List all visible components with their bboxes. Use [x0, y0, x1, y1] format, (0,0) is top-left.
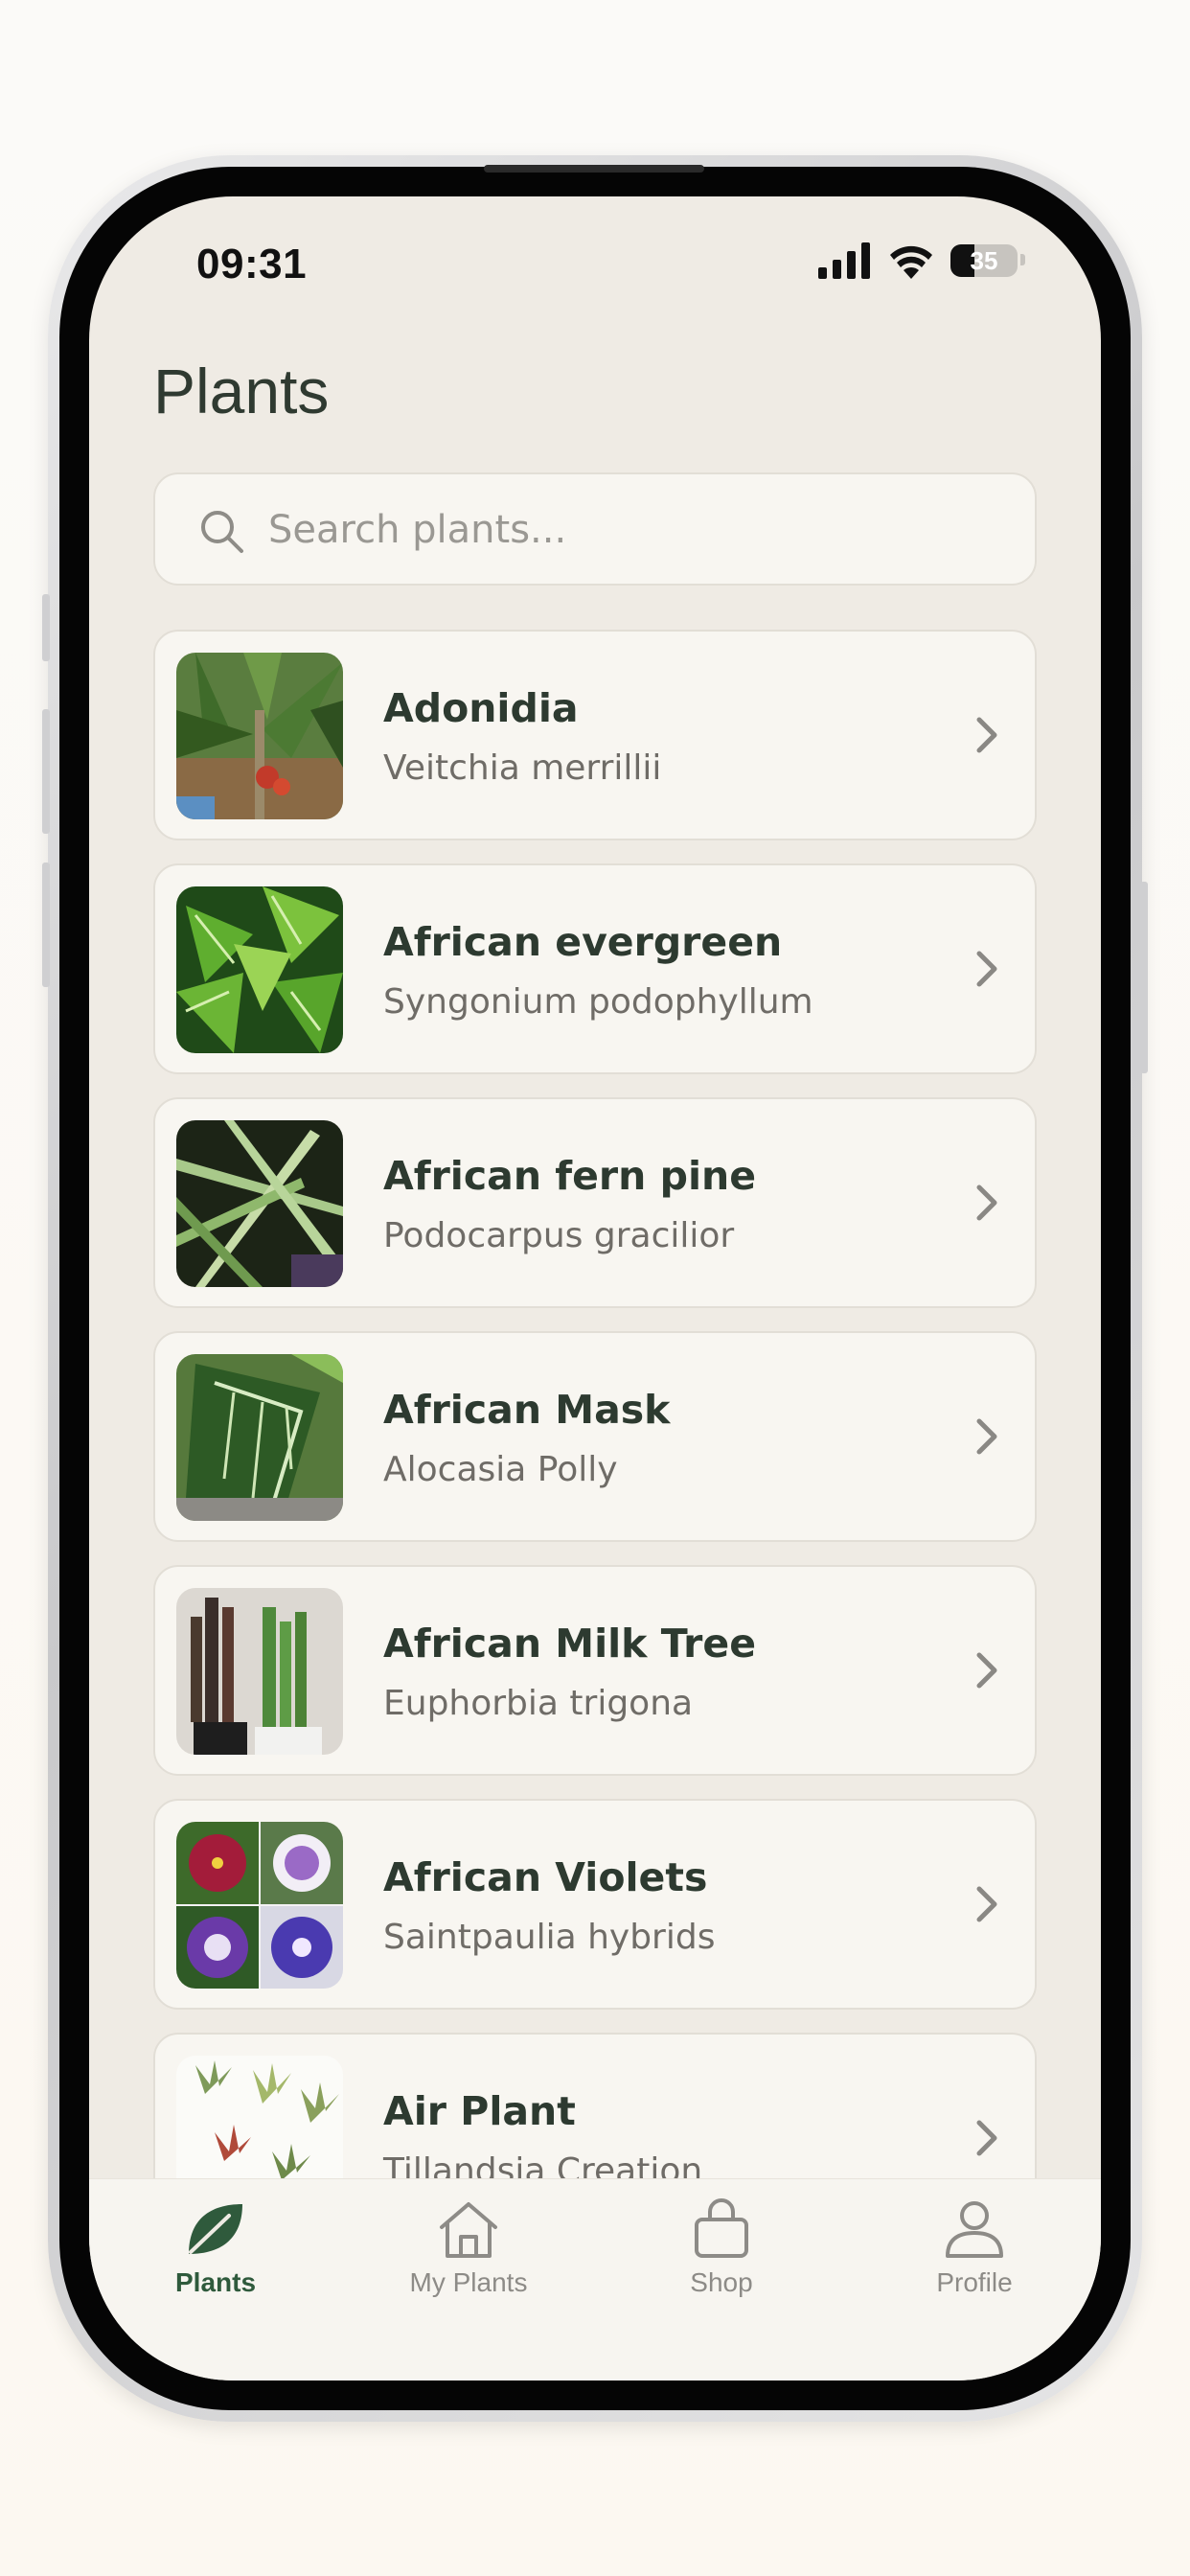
tab-my-plants[interactable]: My Plants [373, 2198, 564, 2313]
status-icons: 35 [818, 242, 1029, 281]
cellular-signal-icon [818, 242, 870, 279]
tab-shop[interactable]: Shop [626, 2198, 817, 2313]
alocasia-leaf-photo [176, 1354, 343, 1521]
plant-card-adonidia[interactable]: Adonidia Veitchia merrillii [153, 630, 1037, 840]
tab-profile[interactable]: Profile [879, 2198, 1070, 2313]
cactus-pots-photo [176, 1588, 343, 1755]
palm-tree-photo [176, 653, 343, 819]
violet-flowers-grid-photo [176, 1822, 343, 1989]
plant-card-african-evergreen[interactable]: African evergreen Syngonium podophyllum [153, 863, 1037, 1074]
plant-name: African evergreen [383, 919, 783, 965]
volume-down-button [42, 862, 50, 987]
power-button [1140, 882, 1148, 1073]
plant-scientific-name: Alocasia Polly [383, 1450, 618, 1489]
plant-thumbnail [176, 1120, 343, 1287]
plant-thumbnail [176, 653, 343, 819]
fern-pine-fronds-photo [176, 1120, 343, 1287]
plant-name: Adonidia [383, 685, 579, 731]
tab-plants[interactable]: Plants [120, 2198, 311, 2313]
chevron-right-icon [976, 1652, 997, 1689]
plant-name: African Mask [383, 1387, 671, 1433]
plant-scientific-name: Veitchia merrillii [383, 748, 662, 788]
plant-card-african-fern-pine[interactable]: African fern pine Podocarpus gracilior [153, 1097, 1037, 1308]
plant-scientific-name: Syngonium podophyllum [383, 982, 813, 1022]
plant-name: African Violets [383, 1854, 708, 1900]
search-bar[interactable] [153, 472, 1037, 586]
plant-name: Air Plant [383, 2088, 576, 2134]
wifi-icon [890, 245, 932, 279]
plant-card-african-milk-tree[interactable]: African Milk Tree Euphorbia trigona [153, 1565, 1037, 1776]
volume-up-button [42, 709, 50, 834]
speaker-grille [484, 165, 704, 172]
battery-cap [1020, 254, 1025, 265]
mute-switch [42, 594, 50, 661]
chevron-right-icon [976, 1418, 997, 1455]
chevron-right-icon [976, 1184, 997, 1221]
home-icon [440, 2202, 497, 2258]
plant-card-african-mask[interactable]: African Mask Alocasia Polly [153, 1331, 1037, 1542]
chevron-right-icon [976, 717, 997, 753]
shopping-bag-icon [695, 2198, 748, 2258]
search-input[interactable] [268, 494, 996, 566]
plant-name: African Milk Tree [383, 1621, 757, 1667]
plant-thumbnail [176, 1822, 343, 1989]
plant-card-african-violets[interactable]: African Violets Saintpaulia hybrids [153, 1799, 1037, 2010]
plant-thumbnail [176, 1588, 343, 1755]
plant-name: African fern pine [383, 1153, 756, 1199]
plant-scientific-name: Euphorbia trigona [383, 1684, 694, 1723]
plant-thumbnail [176, 1354, 343, 1521]
plant-scientific-name: Podocarpus gracilior [383, 1216, 735, 1255]
tab-label: Shop [690, 2267, 753, 2297]
tab-label: My Plants [409, 2267, 528, 2297]
chevron-right-icon [976, 1886, 997, 1922]
tab-label: Plants [174, 2267, 257, 2297]
chevron-right-icon [976, 2120, 997, 2156]
arrowhead-leaves-photo [176, 886, 343, 1053]
plant-scientific-name: Saintpaulia hybrids [383, 1918, 716, 1957]
bottom-tab-bar: Plants My Plants Shop Profile [89, 2178, 1101, 2380]
battery-icon: 35 [950, 244, 1018, 277]
battery-percentage: 35 [970, 246, 998, 275]
status-time: 09:31 [196, 241, 308, 288]
plant-thumbnail [176, 886, 343, 1053]
leaf-icon [189, 2204, 242, 2254]
page-title: Plants [153, 356, 330, 426]
search-icon [201, 511, 243, 553]
app-screen: 09:31 35 Plants Search plants... Adonidi… [89, 196, 1101, 2380]
profile-icon [946, 2201, 1003, 2258]
chevron-right-icon [976, 951, 997, 987]
tab-label: Profile [936, 2267, 1013, 2297]
